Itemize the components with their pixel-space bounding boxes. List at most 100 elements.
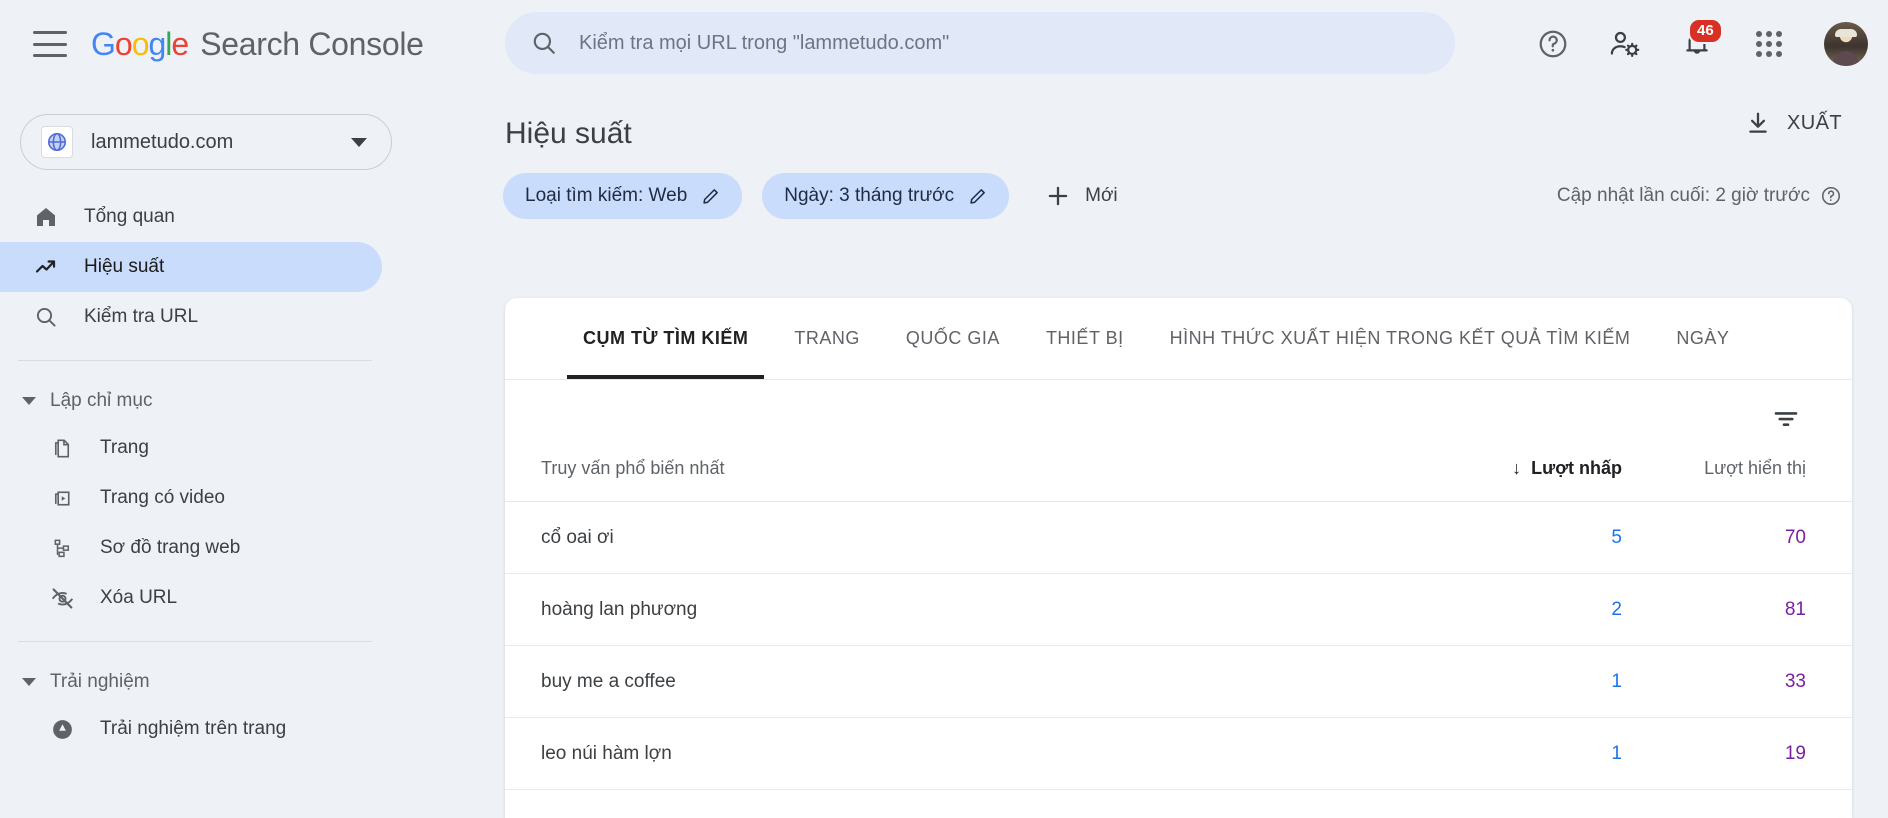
cell-clicks: 1 — [1392, 717, 1622, 790]
top-app-bar: Google Search Console Kiểm tra mọi URL t… — [0, 0, 1888, 88]
export-button[interactable]: XUẤT — [1745, 110, 1842, 136]
sidebar-item-hieu-suat[interactable]: Hiệu suất — [0, 242, 382, 292]
performance-card: CỤM TỪ TÌM KIẾM TRANG QUỐC GIA THIẾT BỊ … — [505, 298, 1852, 818]
table-row[interactable]: cổ oai ơi 5 70 — [505, 501, 1852, 574]
cell-query[interactable]: hoàng lan phương — [505, 573, 1392, 646]
notifications-bell-icon[interactable]: 46 — [1680, 18, 1723, 61]
cell-impressions: 33 — [1622, 645, 1852, 718]
pencil-icon — [701, 187, 720, 206]
global-search-bar[interactable] — [505, 12, 1455, 74]
column-header-query[interactable]: Truy vấn phổ biến nhất — [505, 458, 1392, 502]
cell-impressions: 70 — [1622, 501, 1852, 574]
table-row[interactable]: buy me a coffee 1 33 — [505, 645, 1852, 718]
chevron-down-icon — [22, 678, 36, 686]
sidebar-group-trai-nghiem[interactable]: Trải nghiệm — [0, 660, 410, 704]
sidebar-group-lap-chi-muc[interactable]: Lập chỉ mục — [0, 379, 410, 423]
sidebar-item-label: Tổng quan — [84, 206, 175, 227]
sidebar-divider-2 — [18, 641, 372, 642]
sidebar-item-label: Hiệu suất — [84, 256, 165, 277]
tab-label: TRANG — [794, 327, 860, 348]
sidebar: lammetudo.com Tổng quan Hiệu suất Kiểm t… — [0, 88, 410, 813]
tab-trang[interactable]: TRANG — [778, 298, 876, 379]
help-icon[interactable] — [1536, 27, 1570, 61]
tab-label: QUỐC GIA — [905, 327, 1000, 348]
chevron-down-icon — [22, 397, 36, 405]
filter-chip-label: Ngày: 3 tháng trước — [784, 185, 955, 206]
add-filter-label: Mới — [1085, 185, 1118, 206]
dimension-tabs: CỤM TỪ TÌM KIẾM TRANG QUỐC GIA THIẾT BỊ … — [505, 298, 1852, 380]
user-avatar[interactable] — [1824, 22, 1868, 66]
page-experience-icon — [48, 715, 76, 743]
sitemap-icon — [48, 534, 76, 562]
column-header-impressions[interactable]: Lượt hiển thị — [1622, 458, 1852, 502]
sidebar-item-trang[interactable]: Trang — [0, 423, 382, 473]
help-icon[interactable] — [1820, 185, 1842, 207]
video-pages-icon — [48, 484, 76, 512]
filter-chip-date[interactable]: Ngày: 3 tháng trước — [762, 173, 1010, 219]
sidebar-item-label: Sơ đồ trang web — [100, 537, 241, 558]
table-row[interactable]: leo núi hàm lợn 1 19 — [505, 717, 1852, 790]
sidebar-item-xoa-url[interactable]: Xóa URL — [0, 573, 382, 623]
filter-chip-search-type[interactable]: Loại tìm kiếm: Web — [503, 173, 743, 219]
page-header: Hiệu suất XUẤT — [410, 88, 1888, 164]
notifications-badge: 46 — [1688, 18, 1723, 44]
queries-table: Truy vấn phổ biến nhất ↓ Lượt nhấp Lượt … — [505, 458, 1852, 790]
sidebar-item-label: Xóa URL — [100, 587, 178, 608]
add-filter-button[interactable]: Mới — [1029, 173, 1134, 219]
google-logo: Google — [91, 25, 189, 62]
cell-clicks: 5 — [1392, 501, 1622, 574]
globe-icon — [41, 126, 73, 158]
eye-off-icon — [48, 584, 76, 612]
plus-icon — [1045, 183, 1071, 209]
pencil-icon — [968, 187, 987, 206]
column-header-clicks[interactable]: ↓ Lượt nhấp — [1392, 458, 1622, 502]
trending-up-icon — [32, 253, 60, 281]
tab-cum-tu-tim-kiem[interactable]: CỤM TỪ TÌM KIẾM — [567, 298, 765, 379]
sidebar-group-label: Trải nghiệm — [50, 671, 150, 692]
tab-thiet-bi[interactable]: THIẾT BỊ — [1030, 298, 1140, 379]
table-header: Truy vấn phổ biến nhất ↓ Lượt nhấp Lượt … — [505, 458, 1852, 502]
last-updated-status: Cập nhật lần cuối: 2 giờ trước — [1557, 185, 1842, 207]
table-header-row: Truy vấn phổ biến nhất ↓ Lượt nhấp Lượt … — [505, 458, 1852, 502]
filter-bar: Loại tìm kiếm: Web Ngày: 3 tháng trước M… — [503, 164, 1888, 228]
sidebar-item-kiem-tra-url[interactable]: Kiểm tra URL — [0, 292, 382, 342]
search-input[interactable] — [579, 23, 1399, 63]
sidebar-item-tong-quan[interactable]: Tổng quan — [0, 192, 382, 242]
hamburger-menu-icon[interactable] — [33, 31, 67, 57]
column-header-clicks-label: Lượt nhấp — [1531, 458, 1622, 478]
cell-clicks: 2 — [1392, 573, 1622, 646]
product-name: Search Console — [200, 25, 424, 62]
filter-list-icon[interactable] — [1766, 399, 1806, 439]
top-bar-actions: 46 — [1536, 0, 1868, 88]
page-title: Hiệu suất — [505, 117, 632, 150]
sidebar-item-trang-co-video[interactable]: Trang có video — [0, 473, 382, 523]
app-brand: Google Search Console — [91, 26, 424, 63]
sidebar-item-label: Trang có video — [100, 487, 225, 508]
home-icon — [32, 203, 60, 231]
search-icon — [32, 303, 60, 331]
tab-label: HÌNH THỨC XUẤT HIỆN TRONG KẾT QUẢ TÌM KI… — [1169, 327, 1631, 348]
primary-nav: Tổng quan Hiệu suất Kiểm tra URL — [0, 192, 410, 342]
property-selector[interactable]: lammetudo.com — [20, 114, 392, 170]
tab-ngay[interactable]: NGÀY — [1660, 298, 1745, 379]
table-toolbar — [505, 380, 1852, 458]
sidebar-item-label: Kiểm tra URL — [84, 306, 199, 327]
cell-query[interactable]: buy me a coffee — [505, 645, 1392, 718]
sidebar-item-trai-nghiem-tren-trang[interactable]: Trải nghiệm trên trang — [0, 704, 382, 754]
tab-label: THIẾT BỊ — [1045, 327, 1124, 348]
person-gear-icon[interactable] — [1608, 27, 1642, 61]
sidebar-item-so-do-trang-web[interactable]: Sơ đồ trang web — [0, 523, 382, 573]
cell-impressions: 19 — [1622, 717, 1852, 790]
chevron-down-icon — [351, 137, 367, 147]
pages-icon — [48, 434, 76, 462]
cell-query[interactable]: leo núi hàm lợn — [505, 717, 1392, 790]
table-row[interactable]: hoàng lan phương 2 81 — [505, 573, 1852, 646]
sidebar-divider-1 — [18, 360, 372, 361]
tab-hinh-thuc-xuat-hien[interactable]: HÌNH THỨC XUẤT HIỆN TRONG KẾT QUẢ TÌM KI… — [1154, 298, 1647, 379]
apps-grid-icon[interactable] — [1752, 27, 1786, 61]
cell-query[interactable]: cổ oai ơi — [505, 501, 1392, 574]
tab-quoc-gia[interactable]: QUỐC GIA — [890, 298, 1016, 379]
cell-impressions: 81 — [1622, 573, 1852, 646]
filter-chip-label: Loại tìm kiếm: Web — [525, 185, 688, 206]
sort-arrow-icon: ↓ — [1512, 458, 1522, 478]
